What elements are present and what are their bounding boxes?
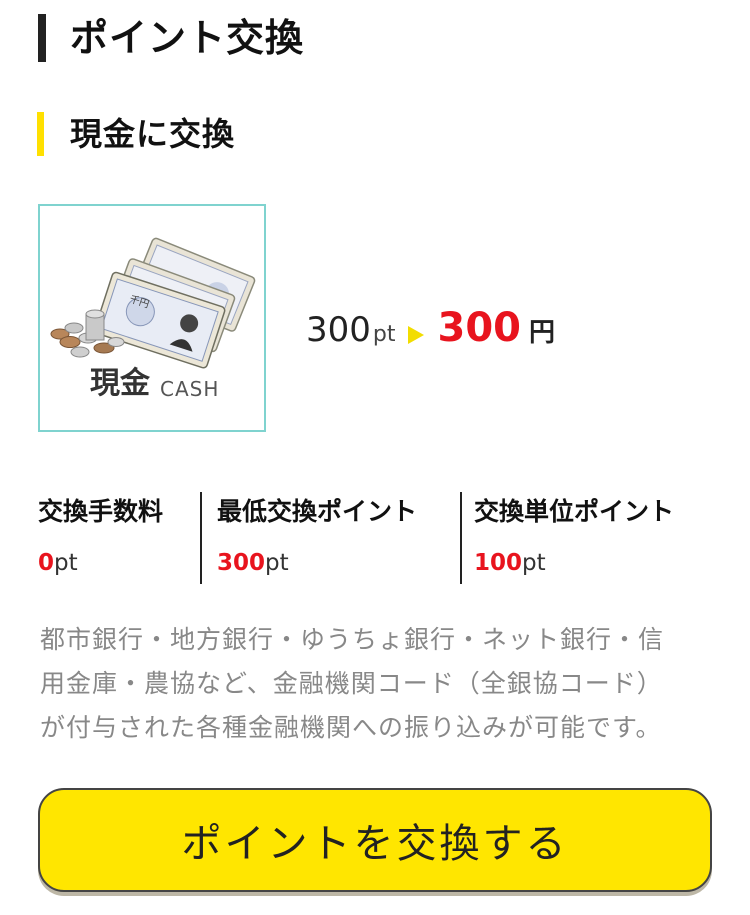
- stat-label: 最低交換ポイント: [217, 497, 418, 526]
- stat-unit-points: 交換単位ポイント 100pt: [460, 492, 718, 584]
- rate-from-unit: pt: [372, 322, 396, 347]
- page-title: ポイント交換: [70, 16, 305, 60]
- rate-to-value: 300: [437, 305, 522, 351]
- cash-banknotes-icon: 千円: [50, 237, 256, 369]
- cash-card: 千円 現金 CASH: [38, 204, 266, 432]
- stat-value: 100pt: [474, 550, 546, 576]
- stat-value: 0pt: [38, 550, 78, 576]
- exchange-stats: 交換手数料 0pt 最低交換ポイント 300pt 交換単位ポイント 100pt: [38, 492, 718, 584]
- stat-minimum-points: 最低交換ポイント 300pt: [200, 492, 460, 584]
- title-accent-bar: [38, 14, 46, 62]
- subtitle-accent-bar: [37, 112, 44, 156]
- description-line: が付与された各種金融機関への振り込みが可能です。: [40, 713, 662, 742]
- stat-label: 交換単位ポイント: [474, 497, 675, 526]
- rate-to-unit: 円: [529, 318, 556, 348]
- triangle-right-icon: [407, 326, 424, 344]
- cash-label: 現金: [90, 366, 150, 401]
- exchange-points-button[interactable]: ポイントを交換する: [38, 788, 712, 892]
- stat-label: 交換手数料: [38, 497, 164, 526]
- section-title: 現金に交換: [70, 115, 236, 153]
- exchange-rate: 300 pt 300 円: [306, 305, 555, 365]
- description-line: 都市銀行・地方銀行・ゆうちょ銀行・ネット銀行・信: [40, 625, 665, 654]
- rate-from-value: 300: [306, 310, 371, 350]
- stat-fee: 交換手数料 0pt: [38, 492, 200, 584]
- description: 都市銀行・地方銀行・ゆうちょ銀行・ネット銀行・信 用金庫・農協など、金融機関コー…: [40, 618, 720, 750]
- description-line: 用金庫・農協など、金融機関コード（全銀協コード）: [40, 669, 663, 698]
- stat-value: 300pt: [217, 550, 289, 576]
- cash-label-sub: CASH: [160, 377, 220, 401]
